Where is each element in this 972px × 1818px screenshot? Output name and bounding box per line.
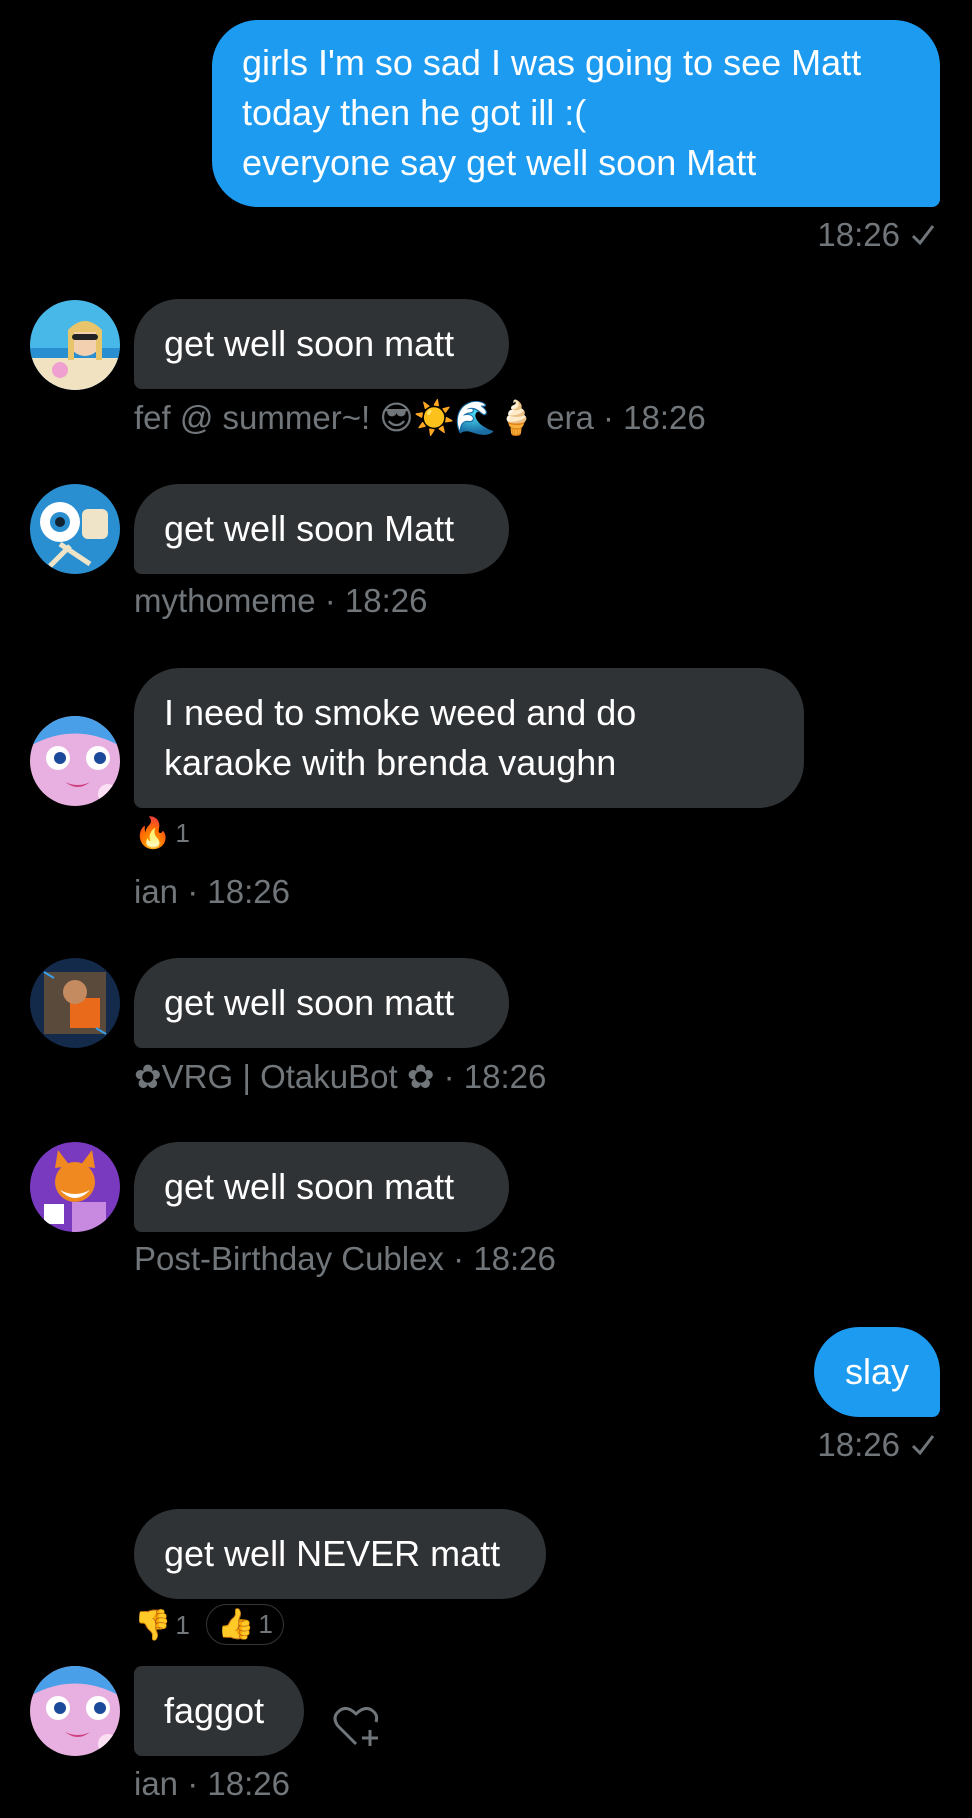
avatar[interactable] [30, 958, 120, 1048]
checkmark-icon [910, 222, 936, 248]
message-text: faggot [164, 1690, 265, 1731]
message-text: get well soon Matt [164, 508, 455, 549]
incoming-message-bubble[interactable]: get well soon matt [134, 958, 509, 1048]
timestamp: 18:26 [207, 1765, 290, 1802]
message-text: get well NEVER matt [164, 1533, 501, 1574]
timestamp: 18:26 [817, 1426, 900, 1463]
timestamp: 18:26 [463, 1058, 547, 1095]
reaction-count: 1 [258, 1609, 273, 1639]
message-meta: ✿VRG | OtakuBot ✿ · 18:26 [134, 1058, 547, 1095]
message-text: get well soon matt [164, 323, 455, 364]
message-meta: mythomeme · 18:26 [134, 582, 428, 619]
message-text: slay [844, 1351, 910, 1392]
outgoing-message-bubble[interactable]: girls I'm so sad I was going to see Matt… [212, 20, 940, 207]
message-meta: ian · 18:26 [134, 1765, 290, 1802]
avatar[interactable] [30, 300, 120, 390]
message-line: girls I'm so sad I was going to see Matt [242, 42, 862, 83]
timestamp: 18:26 [473, 1240, 556, 1277]
add-reaction-button[interactable] [330, 1700, 384, 1754]
thumbs-up-icon: 👍 [217, 1608, 255, 1641]
incoming-message-bubble[interactable]: get well soon matt [134, 1142, 509, 1232]
message-line: I need to smoke weed and do [164, 692, 637, 733]
outgoing-message-bubble[interactable]: slay [814, 1327, 940, 1417]
message-meta: 18:26 [817, 1426, 936, 1464]
reaction-count: 1 [175, 1610, 190, 1640]
timestamp: 18:26 [817, 216, 900, 253]
heart-plus-icon [333, 1707, 379, 1746]
incoming-message-bubble[interactable]: get well soon Matt [134, 484, 509, 574]
avatar[interactable] [30, 716, 120, 806]
thumbs-down-icon: 👎 [134, 1609, 172, 1642]
timestamp: 18:26 [344, 582, 428, 619]
sender-name[interactable]: ian [134, 873, 178, 910]
message-line: today then he got ill :( [242, 92, 587, 133]
message-meta: fef @ summer~! 😎☀️🌊🍦 era · 18:26 [134, 399, 706, 436]
checkmark-icon [910, 1432, 936, 1458]
reaction-count: 1 [175, 818, 190, 848]
message-meta: Post-Birthday Cublex · 18:26 [134, 1240, 556, 1277]
incoming-message-bubble[interactable]: faggot [134, 1666, 304, 1756]
message-text: get well soon matt [164, 982, 455, 1023]
avatar[interactable] [30, 1666, 120, 1756]
timestamp: 18:26 [623, 399, 706, 436]
reaction-chip[interactable]: 👍 1 [206, 1604, 284, 1645]
incoming-message-bubble[interactable]: get well soon matt [134, 299, 509, 389]
avatar[interactable] [30, 484, 120, 574]
sender-name[interactable]: fef @ summer~! 😎☀️🌊🍦 era [134, 399, 594, 436]
message-text: get well soon matt [164, 1166, 455, 1207]
reaction-chip[interactable]: 🔥 1 [134, 816, 190, 851]
sender-name[interactable]: mythomeme [134, 582, 316, 619]
timestamp: 18:26 [207, 873, 290, 910]
avatar[interactable] [30, 1142, 120, 1232]
sender-name[interactable]: Post-Birthday Cublex [134, 1240, 444, 1277]
incoming-message-bubble[interactable]: get well NEVER matt [134, 1509, 546, 1599]
message-line: karaoke with brenda vaughn [164, 742, 617, 783]
sender-name[interactable]: ian [134, 1765, 178, 1802]
message-line: everyone say get well soon Matt [242, 142, 757, 183]
message-meta: ian · 18:26 [134, 873, 290, 910]
reaction-chip[interactable]: 👎 1 [134, 1608, 190, 1643]
fire-icon: 🔥 [134, 817, 172, 850]
incoming-message-bubble[interactable]: I need to smoke weed and do karaoke with… [134, 668, 804, 808]
message-meta: 18:26 [817, 216, 936, 254]
sender-name[interactable]: ✿VRG | OtakuBot ✿ [134, 1058, 434, 1095]
